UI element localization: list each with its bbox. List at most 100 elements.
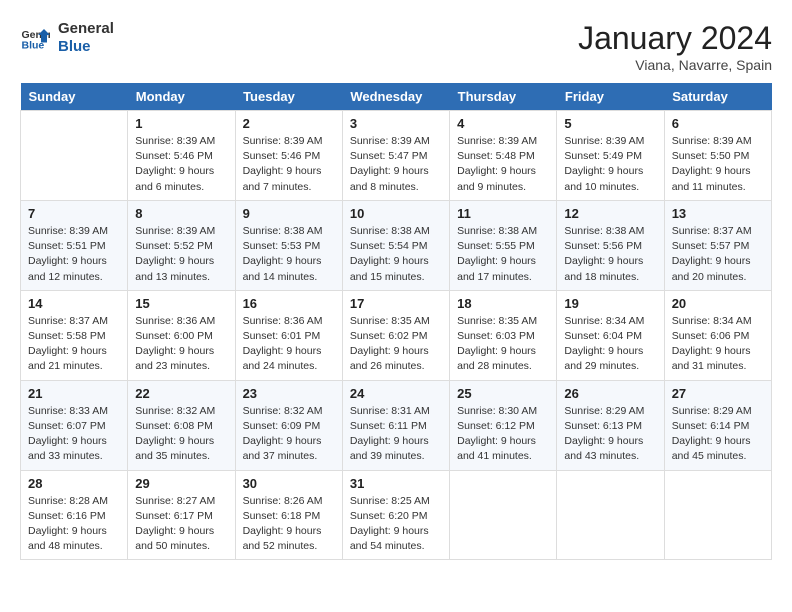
calendar-cell xyxy=(450,470,557,560)
day-number: 16 xyxy=(243,296,335,311)
day-number: 1 xyxy=(135,116,227,131)
day-number: 21 xyxy=(28,386,120,401)
calendar-week-row: 14Sunrise: 8:37 AM Sunset: 5:58 PM Dayli… xyxy=(21,290,772,380)
calendar-cell: 3Sunrise: 8:39 AM Sunset: 5:47 PM Daylig… xyxy=(342,111,449,201)
calendar-cell: 2 Sunrise: 8:39 AM Sunset: 5:46 PM Daylig… xyxy=(235,111,342,201)
cell-details: Sunrise: 8:31 AM Sunset: 6:11 PM Dayligh… xyxy=(350,404,442,465)
day-number: 19 xyxy=(564,296,656,311)
svg-text:Blue: Blue xyxy=(22,40,45,52)
calendar-cell xyxy=(557,470,664,560)
cell-details: Sunrise: 8:38 AM Sunset: 5:55 PM Dayligh… xyxy=(457,224,549,285)
day-number: 24 xyxy=(350,386,442,401)
cell-details: Sunrise: 8:38 AM Sunset: 5:53 PM Dayligh… xyxy=(243,224,335,285)
day-number: 17 xyxy=(350,296,442,311)
calendar-cell xyxy=(21,111,128,201)
calendar-cell: 25 Sunrise: 8:30 AM Sunset: 6:12 PM Dayli… xyxy=(450,380,557,470)
calendar-week-row: 1 Sunrise: 8:39 AM Sunset: 5:46 PM Daylig… xyxy=(21,111,772,201)
calendar-cell: 27 Sunrise: 8:29 AM Sunset: 6:14 PM Dayli… xyxy=(664,380,771,470)
cell-details: Sunrise: 8:27 AM Sunset: 6:17 PM Dayligh… xyxy=(135,494,227,555)
cell-details: Sunrise: 8:36 AM Sunset: 6:00 PM Dayligh… xyxy=(135,314,227,375)
day-number: 18 xyxy=(457,296,549,311)
calendar-cell: 16 Sunrise: 8:36 AM Sunset: 6:01 PM Dayli… xyxy=(235,290,342,380)
cell-details: Sunrise: 8:28 AM Sunset: 6:16 PM Dayligh… xyxy=(28,494,120,555)
calendar-cell: 18Sunrise: 8:35 AM Sunset: 6:03 PM Dayli… xyxy=(450,290,557,380)
calendar-cell: 10 Sunrise: 8:38 AM Sunset: 5:54 PM Dayli… xyxy=(342,200,449,290)
calendar-cell: 11 Sunrise: 8:38 AM Sunset: 5:55 PM Dayli… xyxy=(450,200,557,290)
title-block: January 2024 Viana, Navarre, Spain xyxy=(578,20,772,73)
cell-details: Sunrise: 8:39 AM Sunset: 5:46 PM Dayligh… xyxy=(243,134,335,195)
cell-details: Sunrise: 8:39 AM Sunset: 5:48 PM Dayligh… xyxy=(457,134,549,195)
calendar-table: SundayMondayTuesdayWednesdayThursdayFrid… xyxy=(20,83,772,560)
day-number: 8 xyxy=(135,206,227,221)
day-number: 13 xyxy=(672,206,764,221)
calendar-body: 1 Sunrise: 8:39 AM Sunset: 5:46 PM Daylig… xyxy=(21,111,772,560)
cell-details: Sunrise: 8:38 AM Sunset: 5:54 PM Dayligh… xyxy=(350,224,442,285)
day-header-saturday: Saturday xyxy=(664,83,771,111)
calendar-cell: 19 Sunrise: 8:34 AM Sunset: 6:04 PM Dayli… xyxy=(557,290,664,380)
calendar-cell: 22 Sunrise: 8:32 AM Sunset: 6:08 PM Dayli… xyxy=(128,380,235,470)
day-number: 29 xyxy=(135,476,227,491)
calendar-cell: 31Sunrise: 8:25 AM Sunset: 6:20 PM Dayli… xyxy=(342,470,449,560)
calendar-cell: 13Sunrise: 8:37 AM Sunset: 5:57 PM Dayli… xyxy=(664,200,771,290)
cell-details: Sunrise: 8:32 AM Sunset: 6:08 PM Dayligh… xyxy=(135,404,227,465)
logo-line2: Blue xyxy=(58,38,114,56)
cell-details: Sunrise: 8:29 AM Sunset: 6:14 PM Dayligh… xyxy=(672,404,764,465)
day-number: 10 xyxy=(350,206,442,221)
calendar-cell: 17 Sunrise: 8:35 AM Sunset: 6:02 PM Dayli… xyxy=(342,290,449,380)
day-number: 5 xyxy=(564,116,656,131)
day-header-sunday: Sunday xyxy=(21,83,128,111)
day-number: 30 xyxy=(243,476,335,491)
day-number: 22 xyxy=(135,386,227,401)
logo-icon: General Blue xyxy=(20,23,50,53)
cell-details: Sunrise: 8:34 AM Sunset: 6:06 PM Dayligh… xyxy=(672,314,764,375)
cell-details: Sunrise: 8:39 AM Sunset: 5:51 PM Dayligh… xyxy=(28,224,120,285)
cell-details: Sunrise: 8:26 AM Sunset: 6:18 PM Dayligh… xyxy=(243,494,335,555)
calendar-cell: 6Sunrise: 8:39 AM Sunset: 5:50 PM Daylig… xyxy=(664,111,771,201)
calendar-cell: 5Sunrise: 8:39 AM Sunset: 5:49 PM Daylig… xyxy=(557,111,664,201)
calendar-cell: 23Sunrise: 8:32 AM Sunset: 6:09 PM Dayli… xyxy=(235,380,342,470)
day-header-thursday: Thursday xyxy=(450,83,557,111)
cell-details: Sunrise: 8:32 AM Sunset: 6:09 PM Dayligh… xyxy=(243,404,335,465)
calendar-cell: 15Sunrise: 8:36 AM Sunset: 6:00 PM Dayli… xyxy=(128,290,235,380)
calendar-cell: 21 Sunrise: 8:33 AM Sunset: 6:07 PM Dayli… xyxy=(21,380,128,470)
cell-details: Sunrise: 8:29 AM Sunset: 6:13 PM Dayligh… xyxy=(564,404,656,465)
day-number: 7 xyxy=(28,206,120,221)
day-number: 27 xyxy=(672,386,764,401)
calendar-week-row: 21 Sunrise: 8:33 AM Sunset: 6:07 PM Dayli… xyxy=(21,380,772,470)
cell-details: Sunrise: 8:39 AM Sunset: 5:52 PM Dayligh… xyxy=(135,224,227,285)
day-header-tuesday: Tuesday xyxy=(235,83,342,111)
calendar-cell: 30 Sunrise: 8:26 AM Sunset: 6:18 PM Dayli… xyxy=(235,470,342,560)
cell-details: Sunrise: 8:38 AM Sunset: 5:56 PM Dayligh… xyxy=(564,224,656,285)
cell-details: Sunrise: 8:36 AM Sunset: 6:01 PM Dayligh… xyxy=(243,314,335,375)
day-header-friday: Friday xyxy=(557,83,664,111)
day-number: 6 xyxy=(672,116,764,131)
day-number: 2 xyxy=(243,116,335,131)
cell-details: Sunrise: 8:34 AM Sunset: 6:04 PM Dayligh… xyxy=(564,314,656,375)
day-number: 31 xyxy=(350,476,442,491)
day-number: 11 xyxy=(457,206,549,221)
day-number: 20 xyxy=(672,296,764,311)
cell-details: Sunrise: 8:35 AM Sunset: 6:02 PM Dayligh… xyxy=(350,314,442,375)
cell-details: Sunrise: 8:30 AM Sunset: 6:12 PM Dayligh… xyxy=(457,404,549,465)
day-number: 9 xyxy=(243,206,335,221)
day-number: 4 xyxy=(457,116,549,131)
day-number: 3 xyxy=(350,116,442,131)
calendar-week-row: 7 Sunrise: 8:39 AM Sunset: 5:51 PM Daylig… xyxy=(21,200,772,290)
calendar-cell: 1 Sunrise: 8:39 AM Sunset: 5:46 PM Daylig… xyxy=(128,111,235,201)
cell-details: Sunrise: 8:39 AM Sunset: 5:46 PM Dayligh… xyxy=(135,134,227,195)
calendar-cell: 4 Sunrise: 8:39 AM Sunset: 5:48 PM Daylig… xyxy=(450,111,557,201)
location-subtitle: Viana, Navarre, Spain xyxy=(578,57,772,73)
logo-line1: General xyxy=(58,20,114,38)
page-header: General Blue General Blue January 2024 V… xyxy=(20,20,772,73)
calendar-cell: 29 Sunrise: 8:27 AM Sunset: 6:17 PM Dayli… xyxy=(128,470,235,560)
logo: General Blue General Blue xyxy=(20,20,114,56)
cell-details: Sunrise: 8:33 AM Sunset: 6:07 PM Dayligh… xyxy=(28,404,120,465)
cell-details: Sunrise: 8:37 AM Sunset: 5:58 PM Dayligh… xyxy=(28,314,120,375)
calendar-cell: 26Sunrise: 8:29 AM Sunset: 6:13 PM Dayli… xyxy=(557,380,664,470)
day-number: 12 xyxy=(564,206,656,221)
day-number: 28 xyxy=(28,476,120,491)
calendar-header-row: SundayMondayTuesdayWednesdayThursdayFrid… xyxy=(21,83,772,111)
calendar-cell xyxy=(664,470,771,560)
day-number: 25 xyxy=(457,386,549,401)
calendar-cell: 14Sunrise: 8:37 AM Sunset: 5:58 PM Dayli… xyxy=(21,290,128,380)
